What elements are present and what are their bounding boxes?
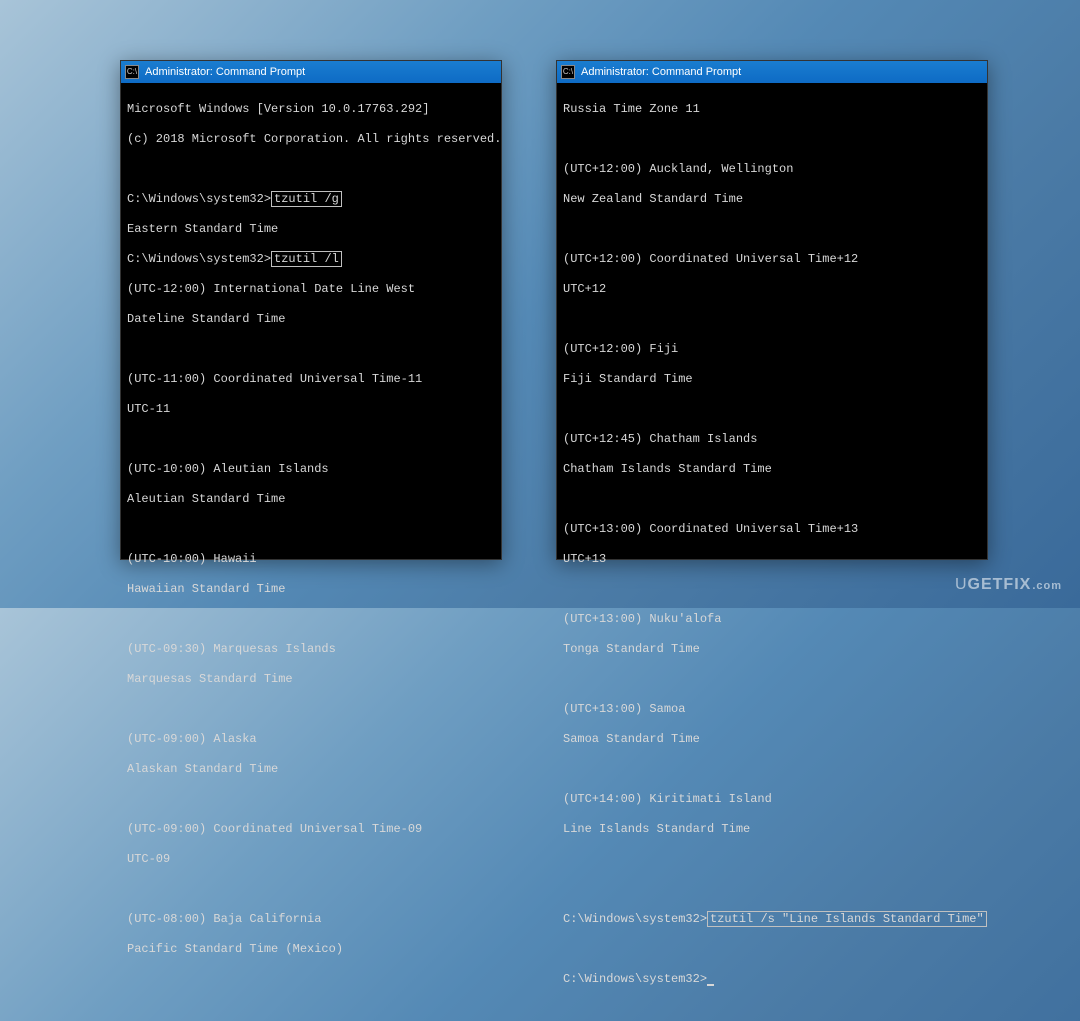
terminal-cursor <box>707 984 714 986</box>
output-line: Samoa Standard Time <box>563 732 981 747</box>
prompt-line: C:\Windows\system32>tzutil /g <box>127 192 495 207</box>
output-line <box>563 852 981 867</box>
terminal-body-left[interactable]: Microsoft Windows [Version 10.0.17763.29… <box>121 83 501 991</box>
output-line <box>563 492 981 507</box>
output-line: UTC+12 <box>563 282 981 297</box>
output-line <box>127 792 495 807</box>
output-line: (UTC+13:00) Samoa <box>563 702 981 717</box>
cmd-icon: C:\ <box>125 65 139 79</box>
output-line: (UTC+12:00) Fiji <box>563 342 981 357</box>
output-line: (UTC+12:00) Auckland, Wellington <box>563 162 981 177</box>
output-line <box>127 882 495 897</box>
output-line: (UTC-09:00) Coordinated Universal Time-0… <box>127 822 495 837</box>
output-line: (c) 2018 Microsoft Corporation. All righ… <box>127 132 495 147</box>
output-line: New Zealand Standard Time <box>563 192 981 207</box>
output-line <box>127 342 495 357</box>
output-line: (UTC-09:00) Alaska <box>127 732 495 747</box>
highlighted-command-tzutil-g: tzutil /g <box>271 191 342 207</box>
output-line: UTC-11 <box>127 402 495 417</box>
output-line: (UTC-09:30) Marquesas Islands <box>127 642 495 657</box>
output-line <box>127 702 495 717</box>
prompt-line: C:\Windows\system32>tzutil /l <box>127 252 495 267</box>
output-line: Line Islands Standard Time <box>563 822 981 837</box>
output-line <box>127 612 495 627</box>
prompt-path: C:\Windows\system32> <box>127 252 271 266</box>
watermark-trail: .com <box>1032 580 1062 592</box>
output-line <box>127 432 495 447</box>
output-line: Russia Time Zone 11 <box>563 102 981 117</box>
prompt-path: C:\Windows\system32> <box>563 912 707 926</box>
output-line: (UTC+12:45) Chatham Islands <box>563 432 981 447</box>
output-line: (UTC-10:00) Aleutian Islands <box>127 462 495 477</box>
output-line: Marquesas Standard Time <box>127 672 495 687</box>
cmd-icon: C:\ <box>561 65 575 79</box>
prompt-line[interactable]: C:\Windows\system32> <box>563 972 981 987</box>
terminal-body-right[interactable]: Russia Time Zone 11 (UTC+12:00) Auckland… <box>557 83 987 1021</box>
output-line: Chatham Islands Standard Time <box>563 462 981 477</box>
output-line <box>563 582 981 597</box>
prompt-path: C:\Windows\system32> <box>563 972 707 986</box>
output-line: (UTC-11:00) Coordinated Universal Time-1… <box>127 372 495 387</box>
output-line: Fiji Standard Time <box>563 372 981 387</box>
output-line: (UTC+14:00) Kiritimati Island <box>563 792 981 807</box>
output-line: UTC-09 <box>127 852 495 867</box>
watermark-main: GETFIX <box>968 576 1032 593</box>
output-line <box>563 402 981 417</box>
output-line: Tonga Standard Time <box>563 642 981 657</box>
titlebar-right[interactable]: C:\ Administrator: Command Prompt <box>557 61 987 83</box>
output-line <box>563 942 981 957</box>
output-line: (UTC-08:00) Baja California <box>127 912 495 927</box>
prompt-line: C:\Windows\system32>tzutil /s "Line Isla… <box>563 912 981 927</box>
output-line: Hawaiian Standard Time <box>127 582 495 597</box>
output-line: Aleutian Standard Time <box>127 492 495 507</box>
output-line: (UTC-12:00) International Date Line West <box>127 282 495 297</box>
output-line: (UTC+12:00) Coordinated Universal Time+1… <box>563 252 981 267</box>
output-line: (UTC+13:00) Nuku'alofa <box>563 612 981 627</box>
cmd-window-left[interactable]: C:\ Administrator: Command Prompt Micros… <box>120 60 502 560</box>
output-line: Alaskan Standard Time <box>127 762 495 777</box>
highlighted-command-tzutil-s: tzutil /s "Line Islands Standard Time" <box>707 911 987 927</box>
highlighted-command-tzutil-l: tzutil /l <box>271 251 342 267</box>
watermark: UGETFIX.com <box>955 576 1062 594</box>
output-line <box>127 162 495 177</box>
output-line <box>563 312 981 327</box>
titlebar-text-right: Administrator: Command Prompt <box>581 66 741 78</box>
output-line <box>563 672 981 687</box>
output-line: Eastern Standard Time <box>127 222 495 237</box>
output-line <box>563 762 981 777</box>
output-line: Dateline Standard Time <box>127 312 495 327</box>
titlebar-left[interactable]: C:\ Administrator: Command Prompt <box>121 61 501 83</box>
output-line <box>563 882 981 897</box>
titlebar-text-left: Administrator: Command Prompt <box>145 66 305 78</box>
output-line: (UTC+13:00) Coordinated Universal Time+1… <box>563 522 981 537</box>
output-line <box>563 222 981 237</box>
output-line: Pacific Standard Time (Mexico) <box>127 942 495 957</box>
output-line <box>563 132 981 147</box>
output-line: (UTC-10:00) Hawaii <box>127 552 495 567</box>
watermark-lead: U <box>955 576 968 593</box>
prompt-path: C:\Windows\system32> <box>127 192 271 206</box>
output-line: UTC+13 <box>563 552 981 567</box>
output-line <box>127 522 495 537</box>
cmd-window-right[interactable]: C:\ Administrator: Command Prompt Russia… <box>556 60 988 560</box>
output-line: Microsoft Windows [Version 10.0.17763.29… <box>127 102 495 117</box>
